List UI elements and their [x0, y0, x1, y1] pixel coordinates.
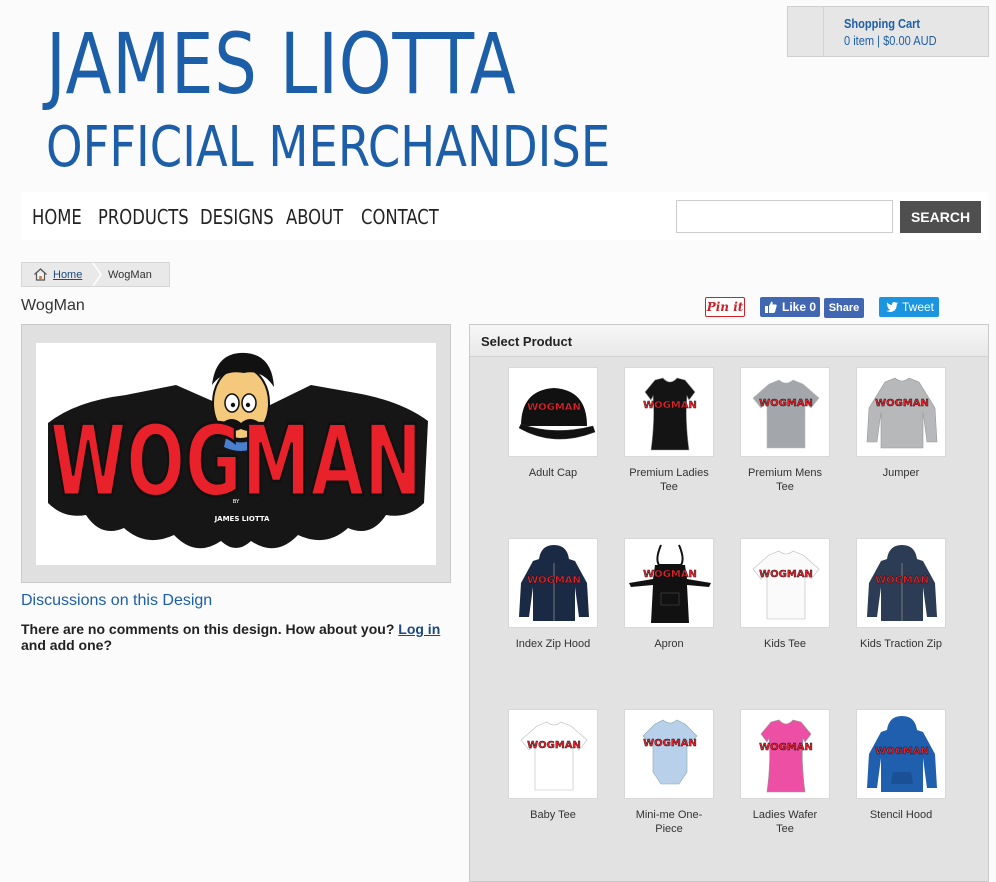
pinterest-pin-button[interactable]: Pin it	[705, 297, 745, 317]
svg-text:WOGMAN: WOGMAN	[527, 575, 581, 586]
cap-image: WOGMAN	[518, 388, 596, 440]
product-thumbnail[interactable]: WOGMAN	[856, 709, 946, 799]
nav-about[interactable]: ABOUT	[286, 205, 343, 229]
svg-text:WOGMAN: WOGMAN	[759, 398, 813, 409]
product-thumbnail[interactable]: WOGMAN	[740, 538, 830, 628]
apron-image: WOGMAN	[629, 544, 711, 623]
logo-title: JAMES LIOTTA	[46, 15, 517, 113]
svg-text:WOGMAN: WOGMAN	[875, 746, 929, 757]
product-selector: Select Product WOGMAN Adult Cap WOGMAN Prem…	[469, 324, 989, 882]
svg-text:WOGMAN: WOGMAN	[527, 740, 581, 751]
logo-subtitle: OFFICIAL MERCHANDISE	[46, 115, 611, 180]
facebook-share-button[interactable]: Share	[824, 298, 864, 318]
product-label[interactable]: Ladies Wafer Tee	[730, 808, 840, 836]
product-thumbnail[interactable]: WOGMAN	[856, 367, 946, 457]
nav-home[interactable]: HOME	[32, 205, 82, 229]
discussion-text-after: and add one?	[21, 637, 112, 653]
twitter-bird-icon	[886, 302, 898, 312]
product-thumbnail[interactable]: WOGMAN	[740, 367, 830, 457]
product-label[interactable]: Mini-me One-Piece	[614, 808, 724, 836]
product-thumbnail[interactable]: WOGMAN	[508, 367, 598, 457]
site-logo[interactable]: JAMES LIOTTA OFFICIAL MERCHANDISE	[46, 22, 726, 176]
artwork-wordmark: WOGMAN	[50, 405, 422, 519]
cart-icon	[788, 7, 824, 56]
svg-text:WOGMAN: WOGMAN	[527, 402, 581, 413]
ladies-tee-image: WOGMAN	[759, 719, 813, 793]
ladies-tee-image: WOGMAN	[643, 377, 697, 451]
nav-products[interactable]: PRODUCTS	[98, 205, 189, 229]
discussion-text: There are no comments on this design. Ho…	[21, 621, 451, 653]
hood-image: WOGMAN	[867, 716, 937, 792]
product-label[interactable]: Kids Tee	[730, 637, 840, 651]
nav-designs[interactable]: DESIGNS	[200, 205, 274, 229]
tweet-label: Tweet	[902, 300, 935, 314]
svg-text:WOGMAN: WOGMAN	[759, 569, 813, 580]
main-nav: HOME PRODUCTS DESIGNS ABOUT CONTACT SEAR…	[21, 192, 989, 240]
product-selector-header: Select Product	[470, 325, 988, 357]
product-label[interactable]: Premium Ladies Tee	[614, 466, 724, 494]
svg-text:WOGMAN: WOGMAN	[643, 400, 697, 411]
svg-text:WOGMAN: WOGMAN	[875, 398, 929, 409]
svg-text:WOGMAN: WOGMAN	[643, 569, 697, 580]
nav-contact[interactable]: CONTACT	[361, 205, 439, 229]
tee-image: WOGMAN	[752, 379, 820, 449]
breadcrumb-home-link[interactable]: Home	[53, 269, 82, 281]
product-label[interactable]: Index Zip Hood	[498, 637, 608, 651]
breadcrumb-current: WogMan	[108, 269, 152, 281]
zip-hood-image: WOGMAN	[519, 545, 589, 621]
facebook-like-label: Like 0	[782, 300, 817, 314]
cart-title[interactable]: Shopping Cart	[844, 16, 920, 31]
svg-text:WOGMAN: WOGMAN	[759, 742, 813, 753]
onesie-image: WOGMAN	[642, 719, 698, 785]
tee-image: WOGMAN	[520, 721, 588, 791]
zip-hood-image: WOGMAN	[867, 545, 937, 621]
cart-summary[interactable]: 0 item | $0.00 AUD	[844, 33, 937, 48]
breadcrumb: Home WogMan	[21, 262, 170, 287]
product-thumbnail[interactable]: WOGMAN	[624, 709, 714, 799]
product-selector-title: Select Product	[481, 334, 573, 349]
thumbs-up-icon	[765, 301, 777, 313]
login-link[interactable]: Log in	[398, 621, 440, 637]
discussion-text-before: There are no comments on this design. Ho…	[21, 621, 399, 637]
product-label[interactable]: Baby Tee	[498, 808, 608, 822]
product-label[interactable]: Apron	[614, 637, 724, 651]
discussion-title: Discussions on this Design	[21, 592, 213, 609]
design-title: WogMan	[21, 297, 85, 314]
product-label[interactable]: Jumper	[846, 466, 956, 480]
breadcrumb-separator	[92, 263, 102, 286]
shopping-cart-widget[interactable]: Shopping Cart 0 item | $0.00 AUD	[787, 6, 989, 57]
product-thumbnail[interactable]: WOGMAN	[740, 709, 830, 799]
facebook-like-button[interactable]: Like 0	[760, 297, 820, 317]
product-thumbnail[interactable]: WOGMAN	[508, 709, 598, 799]
search-input[interactable]	[676, 200, 893, 233]
svg-text:WOGMAN: WOGMAN	[643, 738, 697, 749]
product-label[interactable]: Stencil Hood	[846, 808, 956, 822]
product-thumbnail[interactable]: WOGMAN	[624, 538, 714, 628]
tee-image: WOGMAN	[752, 550, 820, 620]
product-thumbnail[interactable]: WOGMAN	[856, 538, 946, 628]
design-image-frame: BY JAMES LIOTTA WOGMAN	[21, 324, 451, 583]
jumper-image: WOGMAN	[866, 377, 938, 449]
product-label[interactable]: Kids Traction Zip	[846, 637, 956, 651]
product-label[interactable]: Adult Cap	[498, 466, 608, 480]
product-label[interactable]: Premium Mens Tee	[730, 466, 840, 494]
product-thumbnail[interactable]: WOGMAN	[624, 367, 714, 457]
design-image[interactable]: BY JAMES LIOTTA WOGMAN	[36, 343, 436, 565]
home-icon	[34, 268, 47, 281]
search-button[interactable]: SEARCH	[900, 201, 981, 233]
wogman-artwork: BY JAMES LIOTTA WOGMAN	[48, 352, 428, 549]
tweet-button[interactable]: Tweet	[879, 297, 939, 317]
svg-text:WOGMAN: WOGMAN	[875, 575, 929, 586]
product-thumbnail[interactable]: WOGMAN	[508, 538, 598, 628]
